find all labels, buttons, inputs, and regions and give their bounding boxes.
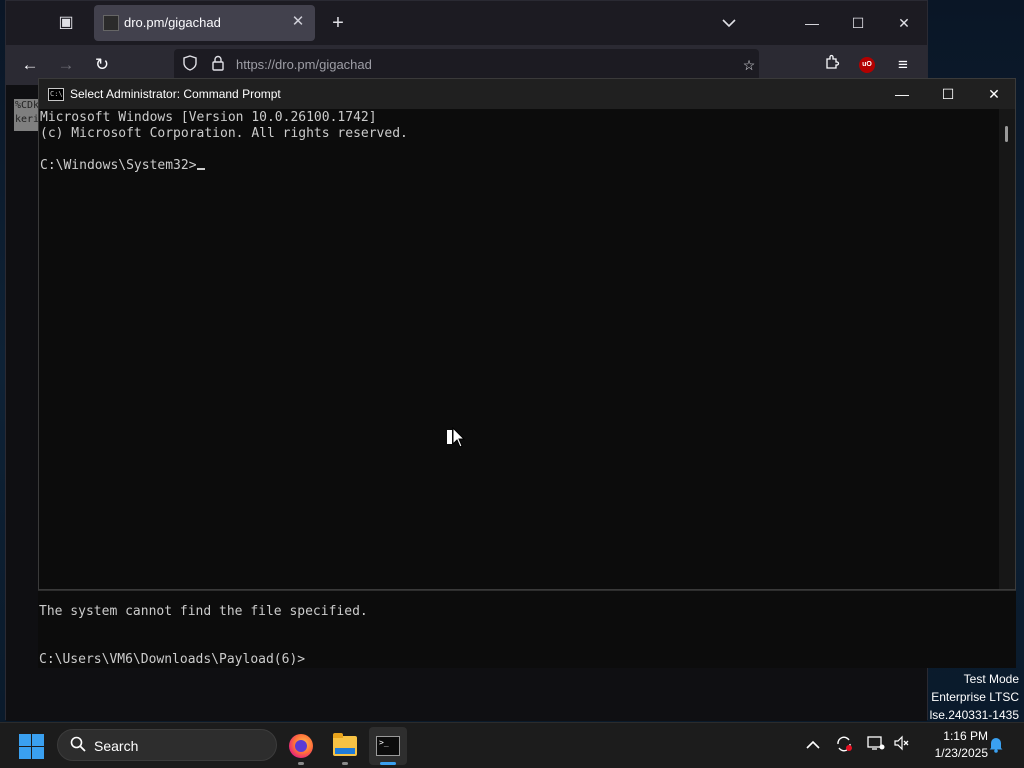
command-prompt-window: C:\ Select Administrator: Command Prompt… — [38, 78, 1016, 590]
page-text-snippet: %CDk keri — [14, 99, 38, 131]
cmd-prompt-text: C:\Windows\System32> — [40, 158, 197, 173]
favicon-icon — [103, 15, 119, 31]
ublock-origin-icon[interactable]: uO — [859, 57, 875, 73]
shield-icon[interactable] — [180, 55, 200, 75]
taskbar-clock[interactable]: 1:16 PM 1/23/2025 — [918, 728, 988, 762]
cmd-minimize-icon[interactable]: — — [879, 79, 925, 109]
browser-maximize-icon[interactable]: ☐ — [843, 9, 873, 37]
page-snippet-text: %CDk keri — [15, 100, 38, 125]
taskbar-search-box[interactable]: Search — [57, 729, 277, 761]
network-monitor-icon[interactable] — [866, 735, 886, 755]
watermark-line-2: Enterprise LTSC — [931, 690, 1019, 704]
cmd-app-icon: C:\ — [48, 88, 64, 101]
bg-console-line-1: The system cannot find the file specifie… — [39, 604, 368, 619]
command-prompt-icon: >_ — [376, 736, 400, 756]
test-mode-watermark: Test Mode Enterprise LTSC lse.240331-143… — [929, 670, 1019, 724]
notification-bell-icon[interactable] — [986, 735, 1006, 755]
tab-close-icon[interactable]: ✕ — [289, 13, 307, 31]
file-explorer-icon — [333, 733, 357, 756]
clock-time: 1:16 PM — [943, 729, 988, 743]
browser-minimize-icon[interactable]: — — [797, 9, 827, 37]
url-text[interactable]: https://dro.pm/gigachad — [236, 57, 372, 72]
cmd-titlebar[interactable]: C:\ Select Administrator: Command Prompt… — [39, 79, 1015, 109]
windows-start-icon[interactable] — [18, 733, 44, 759]
show-hidden-icons-chevron-up-icon[interactable] — [803, 735, 823, 755]
browser-close-icon[interactable]: ✕ — [889, 9, 919, 37]
mouse-pointer-icon — [447, 427, 466, 448]
cmd-line-copyright: (c) Microsoft Corporation. All rights re… — [40, 126, 408, 141]
back-arrow-icon[interactable]: ← — [18, 53, 42, 77]
cmd-prompt-line: C:\Windows\System32> — [40, 158, 205, 173]
running-indicator — [342, 762, 348, 765]
text-cursor — [196, 168, 205, 170]
cmd-maximize-icon[interactable]: ☐ — [925, 79, 971, 109]
extensions-puzzle-icon[interactable] — [820, 53, 844, 77]
list-all-tabs-chevron-down-icon[interactable] — [714, 9, 744, 37]
active-indicator — [380, 762, 396, 765]
tab-bar: ▣ dro.pm/gigachad ✕ + — ☐ ✕ — [6, 1, 927, 45]
cmd-console-area[interactable]: Microsoft Windows [Version 10.0.26100.17… — [39, 109, 1001, 589]
taskbar-command-prompt-button[interactable]: >_ — [369, 727, 407, 765]
url-bar[interactable]: https://dro.pm/gigachad ☆ — [174, 49, 759, 81]
taskbar-file-explorer-button[interactable] — [326, 727, 364, 765]
cmd-scrollbar-thumb[interactable] — [1005, 126, 1008, 142]
hamburger-menu-icon[interactable]: ≡ — [891, 53, 915, 77]
tab-list-icon[interactable]: ▣ — [54, 11, 78, 35]
tab-active[interactable]: dro.pm/gigachad ✕ — [94, 5, 315, 41]
watermark-line-1: Test Mode — [963, 672, 1019, 686]
bookmark-star-icon[interactable]: ☆ — [739, 55, 759, 75]
reload-icon[interactable]: ↻ — [90, 53, 114, 77]
taskbar: Search >_ 1:16 PM 1/23/2025 — [0, 722, 1024, 768]
tab-title: dro.pm/gigachad — [124, 15, 221, 30]
clock-date: 1/23/2025 — [934, 746, 988, 760]
background-console-window[interactable]: The system cannot find the file specifie… — [38, 590, 1016, 668]
bg-console-prompt: C:\Users\VM6\Downloads\Payload(6)> — [39, 652, 306, 667]
taskbar-firefox-button[interactable] — [282, 727, 320, 765]
volume-muted-icon[interactable] — [892, 735, 912, 755]
cmd-window-title: Select Administrator: Command Prompt — [70, 87, 281, 101]
search-label: Search — [94, 738, 139, 754]
cmd-scrollbar[interactable] — [999, 109, 1015, 589]
firefox-icon — [289, 734, 313, 758]
forward-arrow-icon[interactable]: → — [54, 53, 78, 77]
cmd-line-version: Microsoft Windows [Version 10.0.26100.17… — [40, 110, 377, 125]
update-sync-icon[interactable] — [834, 735, 854, 755]
running-indicator — [298, 762, 304, 765]
new-tab-button[interactable]: + — [326, 11, 350, 35]
lock-icon[interactable] — [208, 55, 228, 75]
cmd-close-icon[interactable]: ✕ — [971, 79, 1017, 109]
search-icon — [68, 736, 88, 756]
